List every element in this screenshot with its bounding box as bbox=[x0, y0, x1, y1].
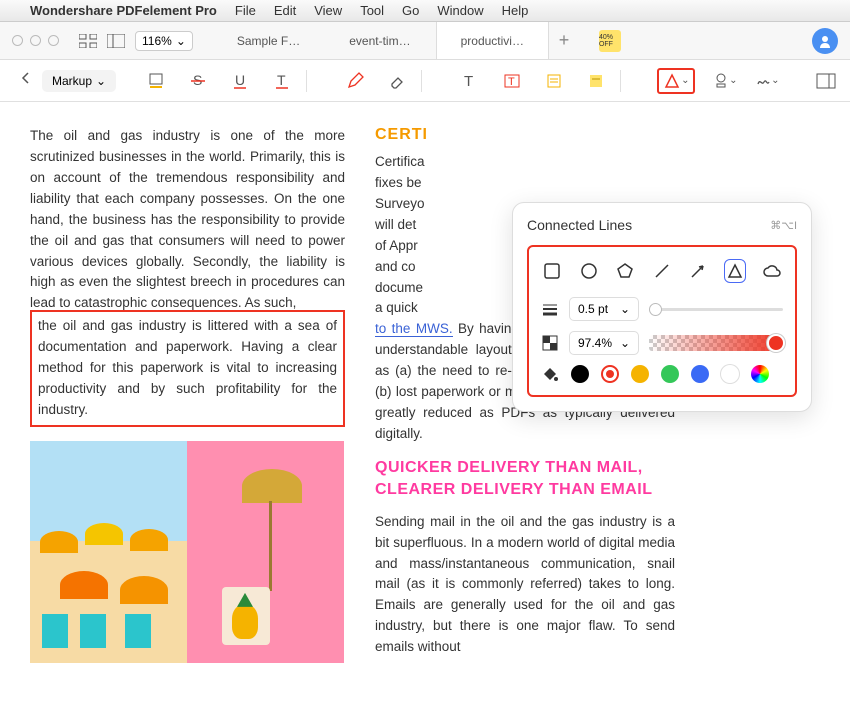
opacity-slider[interactable] bbox=[649, 335, 783, 351]
document-tabs: Sample F… event-tim… productivi… + bbox=[213, 22, 579, 59]
rectangle-annotation[interactable]: the oil and gas industry is littered wit… bbox=[30, 310, 345, 427]
image-row bbox=[30, 441, 345, 663]
text-tool[interactable]: T bbox=[458, 69, 482, 93]
pineapple-image bbox=[187, 441, 344, 663]
chevron-down-icon: ⌄ bbox=[620, 336, 630, 350]
popup-shortcut: ⌘⌥I bbox=[770, 219, 797, 232]
thickness-input[interactable]: 0.5 pt⌄ bbox=[569, 297, 639, 321]
line-shape[interactable] bbox=[651, 259, 674, 283]
document-content: The oil and gas industry is one of the m… bbox=[0, 102, 850, 706]
back-button[interactable] bbox=[12, 67, 38, 94]
color-blue[interactable] bbox=[691, 365, 709, 383]
svg-text:T: T bbox=[277, 72, 286, 88]
strikethrough-tool[interactable]: S bbox=[186, 69, 210, 93]
menu-edit[interactable]: Edit bbox=[274, 3, 296, 18]
chevron-down-icon: ⌄ bbox=[176, 34, 186, 48]
opacity-icon bbox=[541, 334, 559, 352]
thickness-slider[interactable] bbox=[649, 308, 783, 311]
opacity-input[interactable]: 97.4%⌄ bbox=[569, 331, 639, 355]
paragraph-left-a: The oil and gas industry is one of the m… bbox=[30, 126, 345, 314]
chevron-down-icon: ⌄ bbox=[96, 74, 106, 88]
text-markup-tool[interactable]: T bbox=[270, 69, 294, 93]
pencil-tool[interactable] bbox=[343, 69, 367, 93]
menu-window[interactable]: Window bbox=[437, 3, 483, 18]
color-white[interactable] bbox=[721, 365, 739, 383]
color-green[interactable] bbox=[661, 365, 679, 383]
triangle-shape-selected[interactable] bbox=[724, 259, 747, 283]
svg-text:T: T bbox=[508, 76, 515, 88]
triangle-icon bbox=[663, 72, 681, 90]
menu-tool[interactable]: Tool bbox=[360, 3, 384, 18]
underline-tool[interactable]: U bbox=[228, 69, 252, 93]
shape-picker-row bbox=[541, 259, 783, 283]
window-controls bbox=[12, 35, 59, 46]
close-window-icon[interactable] bbox=[12, 35, 23, 46]
new-tab-button[interactable]: + bbox=[549, 22, 579, 59]
stamp-tool[interactable]: ⌄ bbox=[713, 69, 737, 93]
markup-dropdown[interactable]: Markup ⌄ bbox=[42, 70, 116, 92]
panel-toggle[interactable] bbox=[814, 69, 838, 93]
zoom-value: 116% bbox=[142, 34, 172, 48]
cloud-shape[interactable] bbox=[760, 259, 783, 283]
heading-certificates: CERTI bbox=[375, 126, 675, 144]
eraser-tool[interactable] bbox=[385, 69, 409, 93]
maximize-window-icon[interactable] bbox=[48, 35, 59, 46]
color-red[interactable] bbox=[601, 365, 619, 383]
textbox-tool[interactable]: T bbox=[500, 69, 524, 93]
color-black[interactable] bbox=[571, 365, 589, 383]
mws-link[interactable]: to the MWS. bbox=[375, 321, 453, 337]
sidebar-toggle-icon[interactable] bbox=[107, 34, 125, 48]
signature-tool[interactable]: ⌄ bbox=[755, 69, 779, 93]
shapes-tool-active[interactable]: ⌄ bbox=[657, 68, 695, 94]
tab-productivity[interactable]: productivi… bbox=[436, 22, 549, 59]
circle-shape[interactable] bbox=[578, 259, 601, 283]
fill-icon bbox=[541, 365, 559, 383]
tab-sample[interactable]: Sample F… bbox=[213, 22, 325, 59]
heading-quicker-delivery: QUICKER DELIVERY THAN MAIL, CLEARER DELI… bbox=[375, 457, 675, 502]
person-icon bbox=[818, 34, 832, 48]
titlebar: 116% ⌄ Sample F… event-tim… productivi… … bbox=[0, 22, 850, 60]
user-avatar[interactable] bbox=[812, 28, 838, 54]
promo-badge[interactable]: 40% OFF bbox=[599, 30, 621, 52]
popup-title: Connected Lines bbox=[527, 217, 632, 233]
zoom-select[interactable]: 116% ⌄ bbox=[135, 31, 193, 51]
app-name[interactable]: Wondershare PDFelement Pro bbox=[30, 3, 217, 18]
color-picker[interactable] bbox=[751, 365, 769, 383]
menu-help[interactable]: Help bbox=[502, 3, 529, 18]
chevron-down-icon: ⌄ bbox=[681, 75, 689, 86]
svg-text:T: T bbox=[464, 73, 473, 90]
menubar: Wondershare PDFelement Pro File Edit Vie… bbox=[0, 0, 850, 22]
menu-file[interactable]: File bbox=[235, 3, 256, 18]
pentagon-shape[interactable] bbox=[614, 259, 637, 283]
square-shape[interactable] bbox=[541, 259, 564, 283]
thickness-icon bbox=[541, 302, 559, 316]
toolbar: Markup ⌄ S U T T T ⌄ ⌄ ⌄ bbox=[0, 60, 850, 102]
beach-image bbox=[30, 441, 187, 663]
color-yellow[interactable] bbox=[631, 365, 649, 383]
minimize-window-icon[interactable] bbox=[30, 35, 41, 46]
menu-view[interactable]: View bbox=[314, 3, 342, 18]
note-tool[interactable] bbox=[542, 69, 566, 93]
svg-text:U: U bbox=[235, 72, 245, 88]
grid-view-icon[interactable] bbox=[79, 34, 97, 48]
paragraph-right-bottom: Sending mail in the oil and the gas indu… bbox=[375, 512, 675, 658]
arrow-shape[interactable] bbox=[687, 259, 710, 283]
svg-text:S: S bbox=[193, 72, 202, 88]
sticky-note-tool[interactable] bbox=[584, 69, 608, 93]
markup-label: Markup bbox=[52, 74, 92, 88]
color-row bbox=[541, 365, 783, 383]
tab-event[interactable]: event-tim… bbox=[325, 22, 435, 59]
menu-go[interactable]: Go bbox=[402, 3, 419, 18]
chevron-down-icon: ⌄ bbox=[620, 302, 630, 316]
shapes-popup: Connected Lines ⌘⌥I 0.5 pt⌄ 97.4%⌄ bbox=[512, 202, 812, 412]
paragraph-left-b: the oil and gas industry is littered wit… bbox=[38, 316, 337, 421]
highlight-tool[interactable] bbox=[144, 69, 168, 93]
